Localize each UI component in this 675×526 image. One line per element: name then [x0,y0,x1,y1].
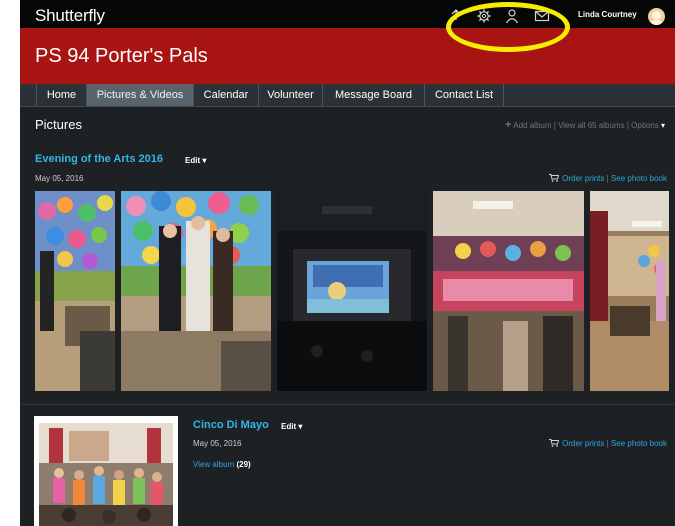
nav-contact-list[interactable]: Contact List [424,84,504,106]
caret-down-icon: ▾ [202,156,207,165]
site-title[interactable]: PS 94 Porter's Pals [35,45,208,68]
order-prints-link[interactable]: Order prints [549,174,606,183]
album-divider [20,404,675,405]
add-album-label: Add album [513,121,552,130]
view-album-link[interactable]: View album [193,460,234,469]
order-prints-label: Order prints [562,174,605,183]
album-date: May 05, 2016 [193,439,242,448]
cart-icon [549,439,560,447]
nav-message-board[interactable]: Message Board [322,84,424,106]
photo-count: (29) [236,460,251,469]
album-photo[interactable] [121,191,271,391]
nav-calendar[interactable]: Calendar [193,84,258,106]
options-menu[interactable]: Options ▾ [631,121,665,130]
options-label: Options [631,121,659,130]
nav-home[interactable]: Home [36,84,86,106]
top-bar: Shutterfly Linda Courtney [20,0,675,28]
album-actions: Order prints | See photo book [549,174,667,183]
view-album-row: View album (29) [193,460,251,469]
nav-pictures-videos[interactable]: Pictures & Videos [86,84,193,106]
user-name[interactable]: Linda Courtney [578,10,637,19]
order-prints-link[interactable]: Order prints [549,439,606,448]
shutterfly-logo[interactable]: Shutterfly [35,6,105,26]
album-photo[interactable] [433,191,584,391]
album-title[interactable]: Evening of the Arts 2016 [35,153,163,165]
see-photo-book-link[interactable]: See photo book [611,174,667,183]
nav-volunteer[interactable]: Volunteer [258,84,322,106]
album-edit-menu[interactable]: Edit ▾ [281,422,302,431]
album-cover-thumbnail[interactable] [34,416,178,526]
caret-down-icon: ▾ [660,121,665,130]
annotation-circle [446,2,570,52]
album-photo[interactable] [35,191,115,391]
edit-label: Edit [185,156,201,165]
edit-label: Edit [281,422,297,431]
pictures-heading: Pictures [35,117,82,132]
order-prints-label: Order prints [562,439,605,448]
plus-icon: + [505,119,512,131]
album-photo[interactable] [277,191,427,391]
site-banner: PS 94 Porter's Pals [20,28,675,84]
avatar-body [650,20,663,25]
avatar-face [652,11,661,20]
cart-icon [549,174,560,182]
app-window: Shutterfly Linda Courtney PS 94 Porter's… [20,0,675,526]
main-nav: Home Pictures & Videos Calendar Voluntee… [20,84,675,107]
pictures-actions: + Add album | View all 65 albums | Optio… [505,119,665,131]
album-date: May 05, 2016 [35,174,84,183]
avatar[interactable] [648,8,665,25]
album-photo[interactable] [590,191,669,391]
view-all-albums-link[interactable]: View all 65 albums [558,121,625,130]
caret-down-icon: ▾ [298,422,303,431]
album-edit-menu[interactable]: Edit ▾ [185,156,206,165]
album-title[interactable]: Cinco Di Mayo [193,419,269,431]
album-actions: Order prints | See photo book [549,439,667,448]
add-album-link[interactable]: + Add album [505,119,552,131]
see-photo-book-link[interactable]: See photo book [611,439,667,448]
